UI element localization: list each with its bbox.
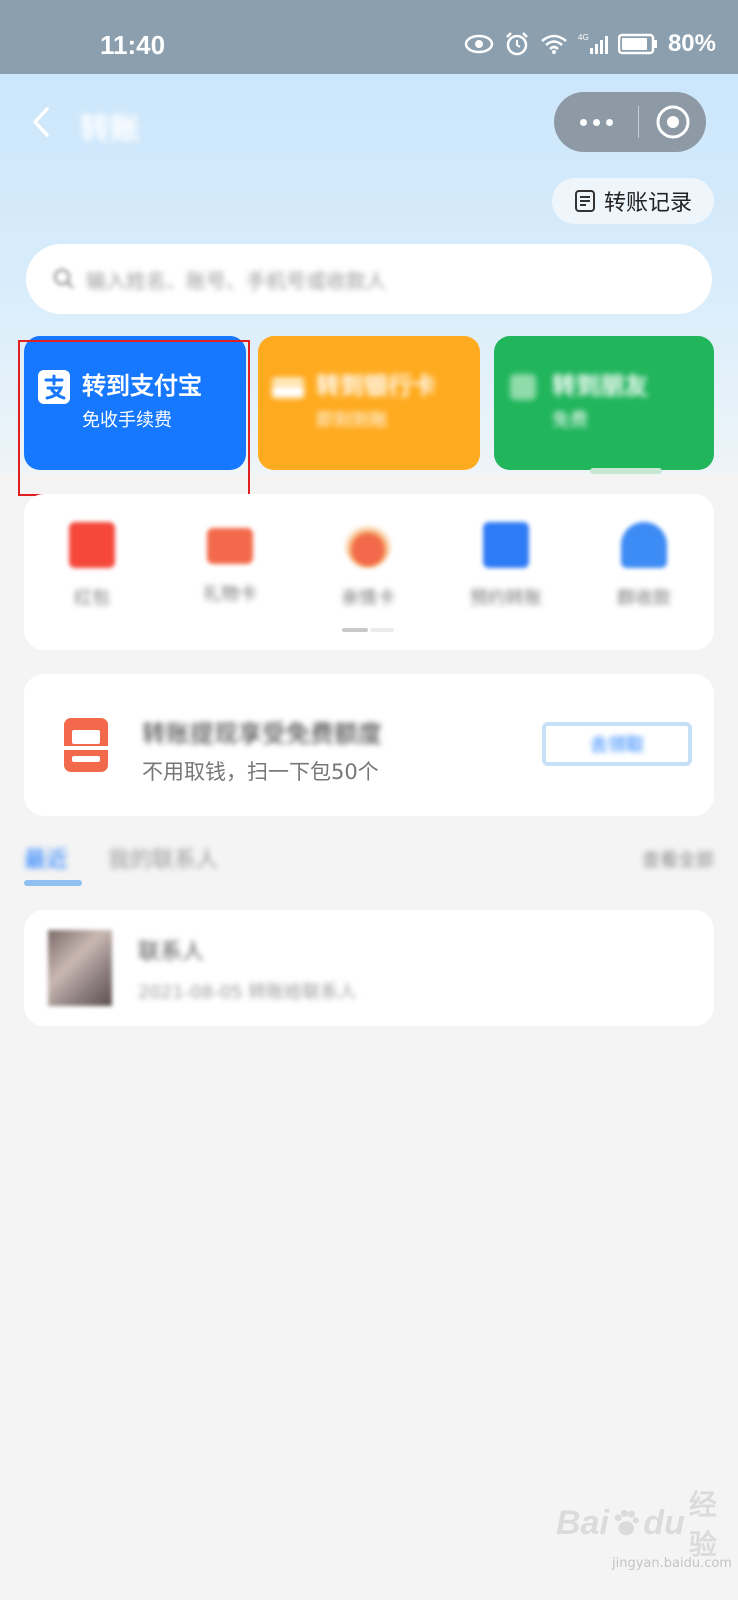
list-doc-icon [574,190,595,212]
grid-item-label: 群收款 [617,588,671,609]
grid-item-scheduled-transfer[interactable]: 预约转账 [446,522,566,610]
grid-item-gift-card[interactable]: 礼物卡 [170,522,290,606]
back-button[interactable] [26,102,56,142]
tab-recent[interactable]: 最近 [24,842,68,874]
page-indicator [342,628,394,632]
search-icon [53,268,74,289]
alarm-icon [504,31,530,57]
eye-icon [464,34,494,54]
promo-claim-button[interactable]: 去领取 [542,722,692,766]
promo-title: 转账提现享受免费额度 [142,720,382,748]
search-input[interactable]: 输入姓名、账号、手机号或收款人 [26,244,712,314]
transfer-to-bank-card[interactable]: 转到银行卡 即刻到账 [258,336,480,470]
mini-program-capsule [554,92,706,152]
grid-item-family-card[interactable]: 亲情卡 [308,522,428,610]
status-icons: 4G 80% [464,28,716,60]
status-bar: 11:40 4G 80% [0,0,738,74]
view-all-link[interactable]: 查看全部 [642,846,714,872]
card-title: 转到朋友 [552,372,648,400]
paw-icon [614,1509,639,1536]
contact-tabs: 最近 我的联系人 查看全部 [24,838,714,886]
tab-indicator [24,880,82,886]
chevron-left-icon [33,107,49,137]
target-close-icon [656,105,689,139]
quick-actions-panel: 红包 礼物卡 亲情卡 预约转账 群收款 [24,494,714,650]
watermark-cn: 经验 [688,1488,717,1561]
promo-subtitle: 不用取钱，扫一下包50个 [142,760,379,784]
card-tab-indicator [590,468,662,474]
grid-item-label: 亲情卡 [341,588,395,609]
battery-percent: 80% [667,30,716,57]
grid-item-group-collect[interactable]: 群收款 [584,522,704,610]
card-title: 转到银行卡 [316,372,436,400]
battery-icon [617,33,658,55]
page-title: 转账 [80,112,140,147]
svg-text:4G: 4G [578,33,589,42]
watermark-brand-2: du [643,1503,685,1542]
wifi-icon [540,33,568,55]
transfer-to-friend-card[interactable]: 转到朋友 免费 [494,336,714,470]
contact-meta: 2021-08-05 转账给联系人 [138,982,357,1003]
tab-contacts[interactable]: 我的联系人 [108,842,218,874]
contact-row[interactable]: 联系人 2021-08-05 转账给联系人 [24,910,714,1026]
red-envelope-icon [64,718,108,772]
transfer-record-label: 转账记录 [603,191,692,216]
bank-card-icon [272,378,304,398]
gift-card-icon [207,528,253,564]
search-placeholder: 输入姓名、账号、手机号或收款人 [86,268,386,293]
close-button[interactable] [639,92,706,152]
highlight-annotation [18,340,250,496]
grid-item-red-packet[interactable]: 红包 [32,522,152,610]
family-card-icon [345,522,391,568]
calendar-icon [483,522,529,568]
grid-item-label: 预约转账 [470,588,542,609]
red-packet-icon [69,522,115,568]
grid-item-label: 礼物卡 [203,584,257,605]
friend-icon [510,374,536,400]
signal-4g-icon: 4G [578,32,608,56]
contact-name: 联系人 [138,940,205,965]
status-time: 11:40 [100,30,166,60]
transfer-record-button[interactable]: 转账记录 [552,178,714,224]
promo-claim-label: 去领取 [590,735,644,756]
more-dots-icon [579,118,587,126]
promo-card[interactable]: 转账提现享受免费额度 不用取钱，扫一下包50个 去领取 [24,674,714,816]
grid-item-label: 红包 [74,588,110,609]
more-button[interactable] [554,92,638,152]
watermark-url: jingyan.baidu.com [612,1556,732,1571]
avatar [48,930,112,1006]
watermark-brand: Bai [556,1503,609,1542]
card-subtitle: 即刻到账 [316,410,388,431]
baidu-watermark: Bai du 经验 [556,1488,738,1561]
card-subtitle: 免费 [552,410,588,431]
group-collect-icon [621,522,667,568]
